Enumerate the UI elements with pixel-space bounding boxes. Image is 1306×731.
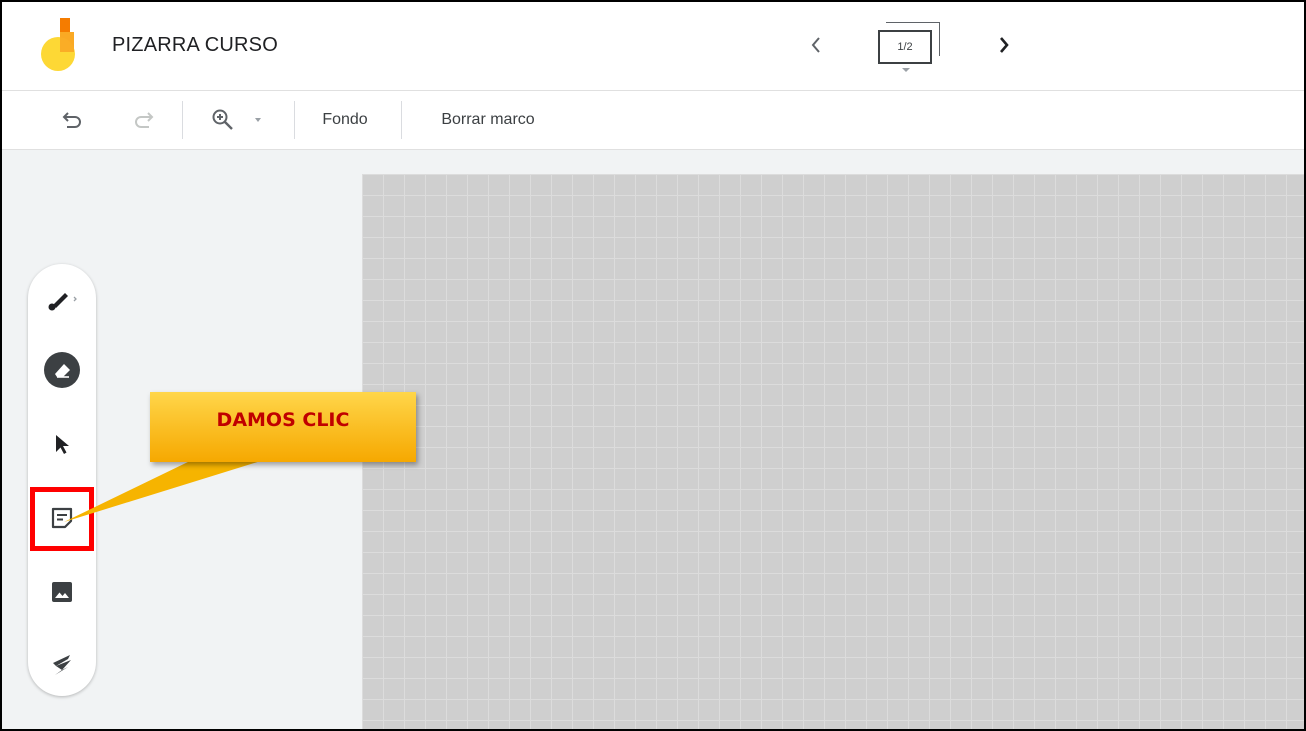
jamboard-logo	[41, 18, 75, 71]
eraser-tool[interactable]	[42, 350, 82, 390]
annotation-callout: DAMOS CLIC	[150, 392, 416, 462]
brush-icon	[48, 293, 77, 311]
clear-frame-button[interactable]: Borrar marco	[418, 91, 558, 149]
toolbar-divider	[294, 101, 295, 139]
frame-counter: 1/2	[878, 30, 932, 64]
page-title[interactable]: PIZARRA CURSO	[112, 34, 278, 57]
clear-frame-label: Borrar marco	[441, 111, 535, 128]
chevron-right-icon	[1000, 37, 1009, 53]
laser-icon	[53, 655, 71, 675]
background-label: Fondo	[322, 111, 368, 128]
laser-tool[interactable]	[42, 644, 82, 684]
highlight-box	[30, 487, 94, 551]
pen-tool[interactable]	[42, 278, 82, 318]
previous-frame-button[interactable]	[802, 30, 830, 60]
zoom-in-icon	[212, 109, 233, 130]
select-tool[interactable]	[42, 424, 82, 464]
image-tool[interactable]	[42, 572, 82, 612]
background-button[interactable]: Fondo	[308, 91, 382, 149]
next-frame-button[interactable]	[990, 30, 1018, 60]
redo-button[interactable]	[124, 91, 164, 149]
caret-down-icon	[902, 68, 910, 72]
chevron-left-icon	[811, 37, 820, 53]
tool-rail	[28, 264, 96, 696]
callout-text: DAMOS CLIC	[216, 409, 350, 431]
zoom-button[interactable]	[202, 91, 272, 149]
image-icon	[52, 582, 72, 602]
undo-icon	[62, 112, 81, 128]
whiteboard-canvas[interactable]	[362, 174, 1304, 729]
toolbar-divider	[401, 101, 402, 139]
redo-icon	[135, 112, 154, 128]
app-header: PIZARRA CURSO 1/2	[2, 2, 1304, 91]
toolbar-divider	[182, 101, 183, 139]
caret-down-icon	[255, 118, 261, 122]
toolbar: Fondo Borrar marco	[2, 91, 1304, 150]
cursor-icon	[56, 435, 69, 454]
undo-button[interactable]	[52, 91, 92, 149]
eraser-icon	[44, 352, 80, 388]
app-window: PIZARRA CURSO 1/2 Fondo Borrar marco DAM…	[0, 0, 1306, 731]
frame-bar-toggle[interactable]: 1/2	[874, 22, 944, 74]
